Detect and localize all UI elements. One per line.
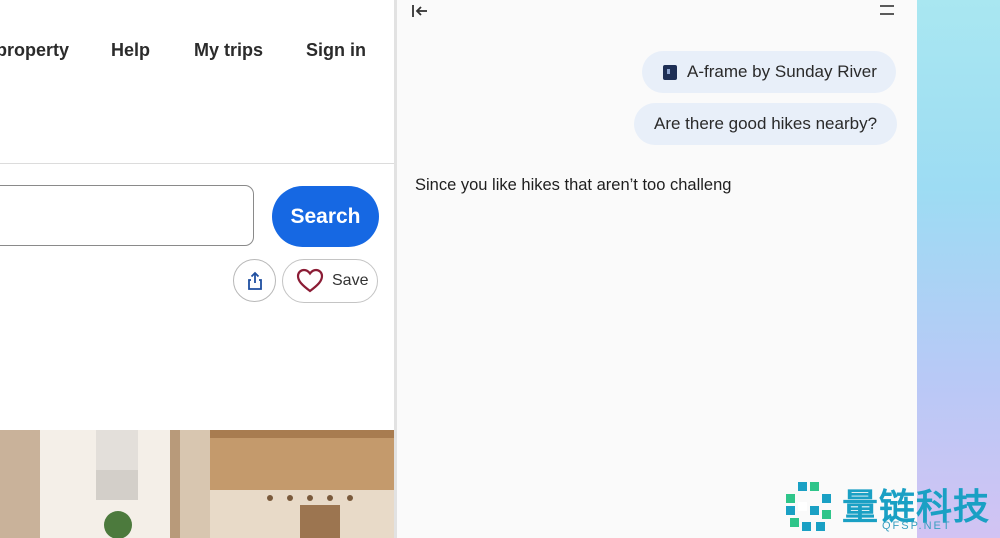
save-label: Save [332,272,369,289]
property-thumbnail-icon [663,64,677,80]
context-chip-label: A-frame by Sunday River [687,62,877,81]
watermark-logo-icon [786,482,831,531]
context-chip[interactable]: A-frame by Sunday River [642,51,896,93]
share-button[interactable] [233,259,276,302]
top-navigation: property Help My trips Sign in [0,0,395,97]
my-trips-link[interactable]: My trips [194,40,263,61]
collapse-panel-icon[interactable] [411,3,429,19]
assistant-panel: A-frame by Sunday River Are there good h… [397,0,917,538]
menu-icon[interactable] [879,3,895,17]
list-your-property-link[interactable]: property [0,40,69,61]
heart-icon [296,268,324,294]
share-icon [247,271,262,290]
help-link[interactable]: Help [111,40,150,61]
watermark: 量链科技 QFSP.NET [780,476,1000,538]
sign-in-link[interactable]: Sign in [306,40,366,61]
assistant-response: Since you like hikes that aren’t too cha… [415,176,732,194]
user-message-bubble: Are there good hikes nearby? [634,103,898,145]
search-input[interactable] [0,185,254,246]
sub-navigation-bar [0,97,395,164]
background-gradient [917,0,1000,538]
user-message-text: Are there good hikes nearby? [654,114,878,133]
travel-site-page: property Help My trips Sign in Search Sa… [0,0,395,538]
property-photo[interactable] [0,430,395,538]
save-button[interactable]: Save [282,259,378,303]
watermark-english-text: QFSP.NET [882,520,952,532]
search-button[interactable]: Search [272,186,379,247]
